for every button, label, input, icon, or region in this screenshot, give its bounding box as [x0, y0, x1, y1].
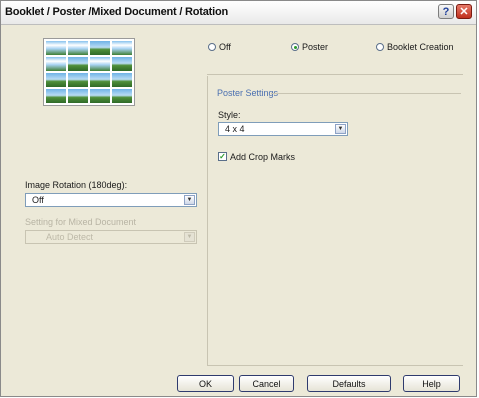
preview-tile — [46, 41, 66, 55]
preview-tile — [112, 89, 132, 103]
cancel-button-label: Cancel — [252, 378, 281, 389]
preview-tile — [90, 41, 110, 55]
preview-tile — [90, 57, 110, 71]
poster-settings-group-label: Poster Settings — [217, 88, 279, 98]
add-crop-marks-checkbox[interactable]: ✓ — [218, 152, 227, 161]
preview-tile — [68, 89, 88, 103]
help-button[interactable]: Help — [403, 375, 460, 392]
preview-tile — [112, 41, 132, 55]
mixed-document-label: Setting for Mixed Document — [25, 217, 137, 227]
chevron-down-icon: ▼ — [184, 195, 195, 205]
close-icon: ✕ — [459, 6, 469, 18]
style-value: 4 x 4 — [225, 124, 245, 134]
radio-indicator — [291, 43, 299, 51]
chevron-down-icon: ▼ — [335, 124, 346, 134]
checkmark-icon: ✓ — [219, 152, 226, 161]
divider — [207, 74, 463, 75]
preview-tile — [46, 73, 66, 87]
image-rotation-value: Off — [32, 195, 44, 205]
preview-tile — [68, 41, 88, 55]
ok-button[interactable]: OK — [177, 375, 234, 392]
ok-button-label: OK — [198, 378, 212, 389]
preview-tile — [90, 89, 110, 103]
preview-tile — [90, 73, 110, 87]
radio-off-label: Off — [219, 42, 231, 52]
radio-off[interactable]: Off — [208, 42, 231, 52]
mixed-document-dropdown: Auto Detect ▼ — [25, 230, 197, 244]
cancel-button[interactable]: Cancel — [239, 375, 294, 392]
radio-booklet-creation[interactable]: Booklet Creation — [376, 42, 454, 52]
preview-tile — [112, 57, 132, 71]
style-dropdown[interactable]: 4 x 4 ▼ — [218, 122, 348, 136]
radio-indicator — [208, 43, 216, 51]
title-bar: Booklet / Poster /Mixed Document / Rotat… — [1, 1, 476, 25]
radio-poster[interactable]: Poster — [291, 42, 328, 52]
mixed-document-value: Auto Detect — [46, 232, 94, 242]
image-rotation-label: Image Rotation (180deg): — [25, 180, 128, 190]
radio-indicator — [376, 43, 384, 51]
preview-tile — [46, 89, 66, 103]
preview-tile — [68, 57, 88, 71]
poster-preview-icon — [43, 38, 135, 106]
radio-booklet-label: Booklet Creation — [387, 42, 454, 52]
preview-tile — [46, 57, 66, 71]
group-divider — [271, 93, 461, 94]
chevron-down-icon: ▼ — [184, 232, 195, 242]
defaults-button-label: Defaults — [332, 378, 366, 389]
dialog-window: Booklet / Poster /Mixed Document / Rotat… — [0, 0, 477, 397]
preview-tile — [68, 73, 88, 87]
defaults-button[interactable]: Defaults — [307, 375, 391, 392]
close-button[interactable]: ✕ — [456, 4, 472, 19]
window-title: Booklet / Poster /Mixed Document / Rotat… — [5, 6, 229, 18]
preview-tile — [112, 73, 132, 87]
radio-poster-label: Poster — [302, 42, 329, 52]
question-icon: ? — [442, 5, 450, 18]
poster-settings-panel — [207, 76, 463, 366]
help-title-button[interactable]: ? — [438, 4, 454, 19]
add-crop-marks-label: Add Crop Marks — [230, 152, 296, 162]
image-rotation-dropdown[interactable]: Off ▼ — [25, 193, 197, 207]
style-label: Style: — [218, 110, 241, 120]
help-button-label: Help — [422, 378, 441, 389]
